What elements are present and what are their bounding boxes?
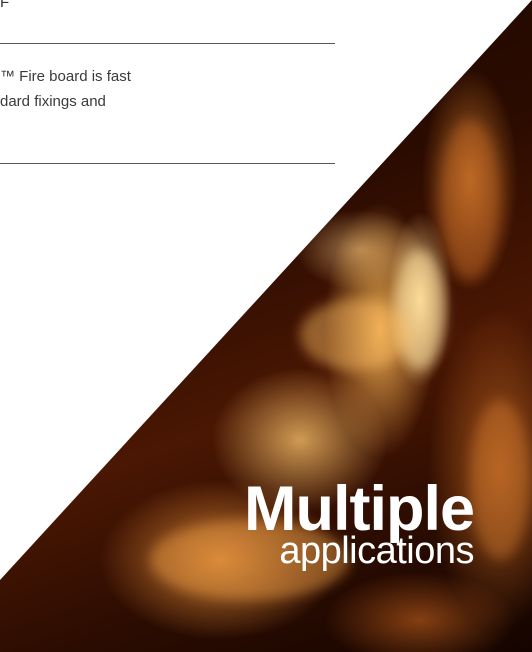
cropped-heading-fragment: F <box>0 0 10 11</box>
body-paragraph: ™ Fire board is fast dard fixings and <box>0 64 340 114</box>
divider-top <box>0 43 335 44</box>
heading-sub: applications <box>279 530 474 572</box>
flame-highlight <box>440 120 500 280</box>
brochure-page: F ™ Fire board is fast dard fixings and M… <box>0 0 532 652</box>
divider-bottom <box>0 163 335 164</box>
section-heading: Multiple applications <box>244 478 475 572</box>
flame-highlight <box>300 300 410 370</box>
flame-highlight <box>470 400 530 560</box>
body-line: dard fixings and <box>0 93 106 110</box>
body-line: ™ Fire board is fast <box>0 68 131 85</box>
